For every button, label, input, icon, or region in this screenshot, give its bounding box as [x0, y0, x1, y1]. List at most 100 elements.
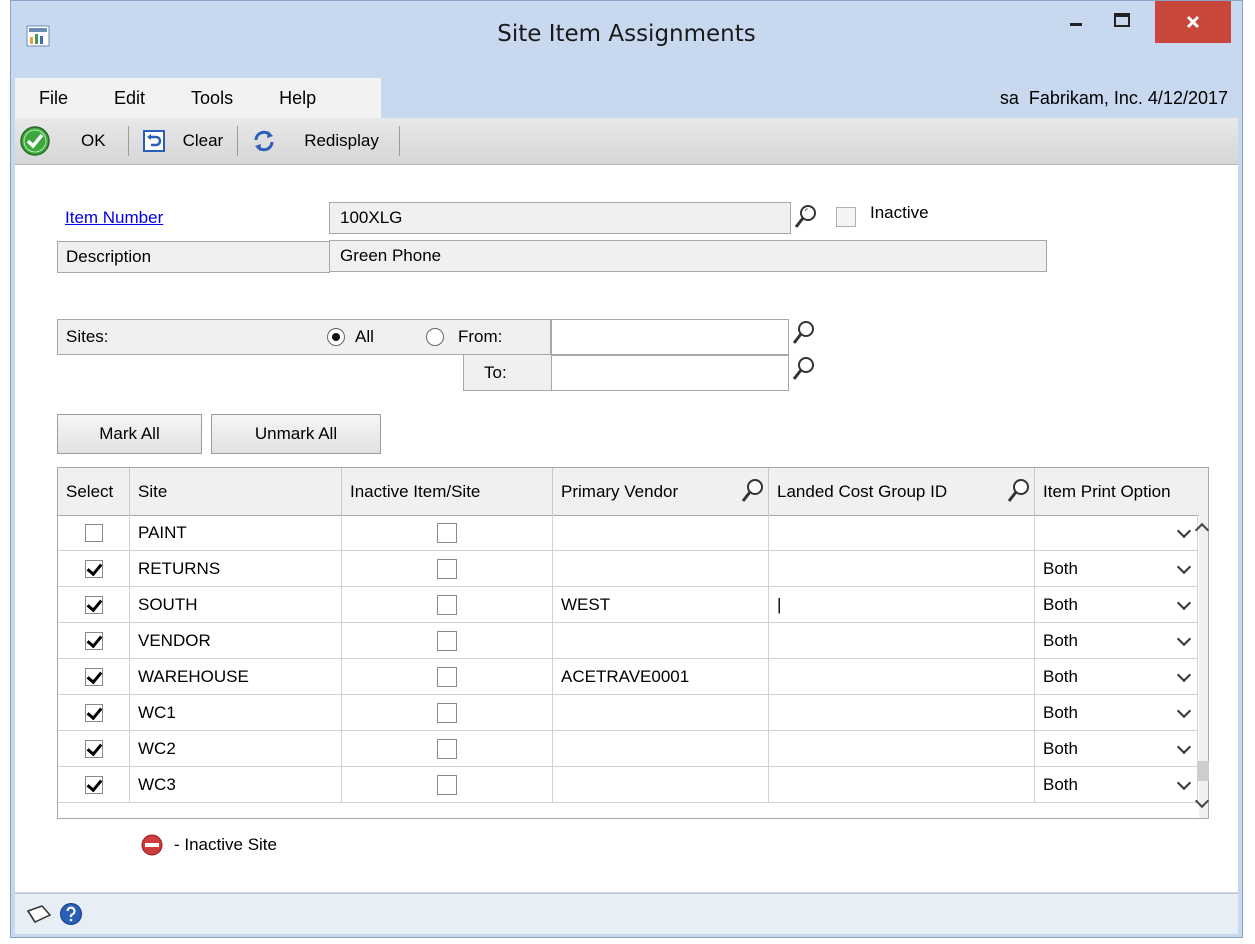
col-header-select[interactable]: Select: [58, 468, 130, 515]
radio-from[interactable]: [426, 328, 444, 346]
chevron-down-icon[interactable]: [1176, 703, 1192, 719]
ok-button[interactable]: OK: [15, 121, 114, 161]
landed-cell[interactable]: [769, 767, 1035, 803]
magnifier-icon[interactable]: [791, 355, 817, 383]
vendor-cell[interactable]: [553, 623, 769, 659]
inactive-cell[interactable]: [342, 659, 553, 695]
select-checkbox[interactable]: [84, 703, 103, 722]
site-cell[interactable]: PAINT: [130, 515, 342, 551]
col-header-inactive[interactable]: Inactive Item/Site: [342, 468, 553, 515]
item-print-option-select[interactable]: [1035, 515, 1198, 551]
redisplay-button[interactable]: Redisplay: [244, 121, 387, 161]
radio-all[interactable]: [327, 328, 345, 346]
col-header-landed[interactable]: Landed Cost Group ID: [769, 468, 1035, 515]
item-number-input[interactable]: 100XLG: [329, 202, 791, 234]
inactive-cell[interactable]: [342, 515, 553, 551]
sites-from-option[interactable]: From:: [426, 327, 502, 347]
help-icon[interactable]: [59, 902, 83, 926]
grid-scrollbar[interactable]: [1194, 515, 1210, 818]
inactive-cell[interactable]: [342, 587, 553, 623]
item-print-option-select[interactable]: Both: [1035, 551, 1198, 587]
vendor-cell[interactable]: [553, 515, 769, 551]
item-print-option-select[interactable]: Both: [1035, 695, 1198, 731]
select-cell[interactable]: [58, 731, 130, 767]
select-checkbox[interactable]: [84, 595, 103, 614]
vendor-cell[interactable]: WEST: [553, 587, 769, 623]
landed-cell[interactable]: |: [769, 587, 1035, 623]
select-checkbox[interactable]: [84, 667, 103, 686]
select-checkbox[interactable]: [84, 631, 103, 650]
select-cell[interactable]: [58, 587, 130, 623]
magnifier-icon[interactable]: [1006, 477, 1032, 505]
inactive-item-site-checkbox[interactable]: [437, 738, 457, 759]
inactive-checkbox[interactable]: [836, 207, 856, 227]
inactive-checkbox-wrap[interactable]: Inactive: [836, 203, 929, 227]
inactive-item-site-checkbox[interactable]: [437, 558, 457, 579]
select-cell[interactable]: [58, 659, 130, 695]
site-cell[interactable]: WC2: [130, 731, 342, 767]
table-row[interactable]: VENDOR Both: [58, 623, 1198, 659]
site-cell[interactable]: RETURNS: [130, 551, 342, 587]
inactive-cell[interactable]: [342, 695, 553, 731]
scroll-thumb[interactable]: [1198, 761, 1209, 781]
select-cell[interactable]: [58, 623, 130, 659]
inactive-item-site-checkbox[interactable]: [437, 630, 457, 651]
table-row[interactable]: WC1 Both: [58, 695, 1198, 731]
minimize-button[interactable]: [1053, 1, 1099, 39]
site-cell[interactable]: WC3: [130, 767, 342, 803]
landed-cell[interactable]: [769, 695, 1035, 731]
vendor-cell[interactable]: [553, 695, 769, 731]
from-site-input[interactable]: [551, 319, 789, 355]
inactive-item-site-checkbox[interactable]: [437, 594, 457, 615]
vendor-cell[interactable]: [553, 731, 769, 767]
landed-cell[interactable]: [769, 623, 1035, 659]
note-icon[interactable]: [25, 903, 53, 925]
landed-cell[interactable]: [769, 659, 1035, 695]
select-checkbox[interactable]: [84, 739, 103, 758]
inactive-item-site-checkbox[interactable]: [437, 666, 457, 687]
vendor-cell[interactable]: [553, 551, 769, 587]
col-header-print[interactable]: Item Print Option: [1035, 468, 1208, 515]
vendor-cell[interactable]: [553, 767, 769, 803]
inactive-cell[interactable]: [342, 731, 553, 767]
table-row[interactable]: WC3 Both: [58, 767, 1198, 803]
select-cell[interactable]: [58, 515, 130, 551]
vendor-cell[interactable]: ACETRAVE0001: [553, 659, 769, 695]
chevron-down-icon[interactable]: [1176, 523, 1192, 539]
chevron-down-icon[interactable]: [1176, 667, 1192, 683]
sites-all-option[interactable]: All: [327, 327, 374, 347]
site-cell[interactable]: SOUTH: [130, 587, 342, 623]
inactive-cell[interactable]: [342, 623, 553, 659]
table-row[interactable]: RETURNS Both: [58, 551, 1198, 587]
inactive-item-site-checkbox[interactable]: [437, 522, 457, 543]
table-row[interactable]: WAREHOUSE ACETRAVE0001 Both: [58, 659, 1198, 695]
table-row[interactable]: WC2 Both: [58, 731, 1198, 767]
menu-help[interactable]: Help: [255, 88, 338, 109]
select-cell[interactable]: [58, 695, 130, 731]
mark-all-button[interactable]: Mark All: [57, 414, 202, 454]
select-cell[interactable]: [58, 551, 130, 587]
chevron-down-icon[interactable]: [1176, 595, 1192, 611]
to-site-input[interactable]: [551, 355, 789, 391]
chevron-down-icon[interactable]: [1176, 739, 1192, 755]
clear-button[interactable]: Clear: [135, 121, 232, 161]
menu-tools[interactable]: Tools: [167, 88, 255, 109]
inactive-cell[interactable]: [342, 767, 553, 803]
magnifier-icon[interactable]: [740, 477, 766, 505]
menu-edit[interactable]: Edit: [90, 88, 167, 109]
item-print-option-select[interactable]: Both: [1035, 587, 1198, 623]
select-checkbox[interactable]: [84, 559, 103, 578]
chevron-down-icon[interactable]: [1176, 559, 1192, 575]
chevron-down-icon[interactable]: [1176, 631, 1192, 647]
inactive-item-site-checkbox[interactable]: [437, 702, 457, 723]
site-cell[interactable]: WC1: [130, 695, 342, 731]
item-print-option-select[interactable]: Both: [1035, 659, 1198, 695]
select-checkbox[interactable]: [84, 775, 103, 794]
inactive-cell[interactable]: [342, 551, 553, 587]
col-header-site[interactable]: Site: [130, 468, 342, 515]
table-row[interactable]: SOUTH WEST | Both: [58, 587, 1198, 623]
menu-file[interactable]: File: [15, 88, 90, 109]
landed-cell[interactable]: [769, 515, 1035, 551]
col-header-vendor[interactable]: Primary Vendor: [553, 468, 769, 515]
close-button[interactable]: [1155, 1, 1231, 43]
